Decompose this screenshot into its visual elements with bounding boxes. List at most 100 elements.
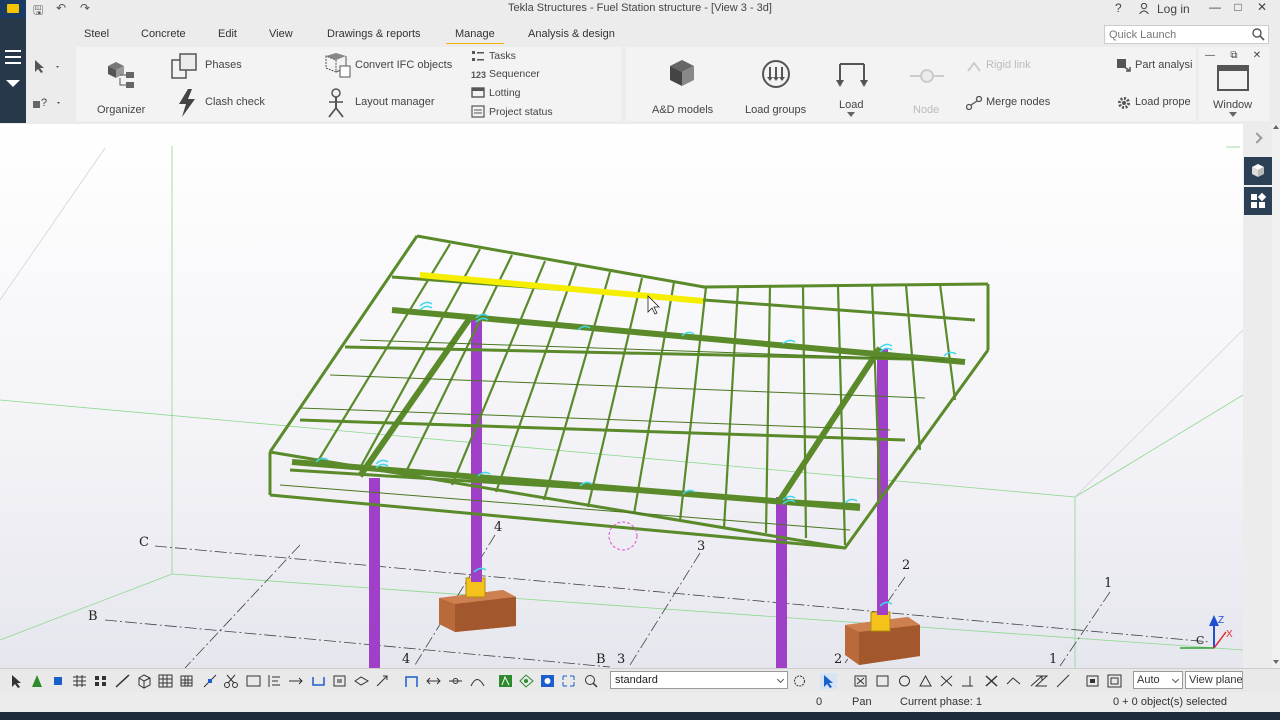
- phases-icon[interactable]: [170, 52, 200, 80]
- load-groups-icon[interactable]: [760, 58, 792, 90]
- ribbon-close-button[interactable]: ✕: [1251, 50, 1263, 66]
- snap-end-icon[interactable]: [287, 673, 304, 689]
- footing-left[interactable]: [439, 577, 516, 632]
- help-button[interactable]: ?: [1115, 1, 1122, 15]
- lotting-label[interactable]: Lotting: [489, 87, 521, 99]
- work-plane-icon[interactable]: [353, 673, 370, 689]
- select-all-icon[interactable]: [8, 673, 25, 689]
- project-status-label[interactable]: Project status: [489, 106, 553, 118]
- clash-check-icon[interactable]: [176, 88, 198, 118]
- phases-label[interactable]: Phases: [205, 59, 242, 71]
- select-parts-icon[interactable]: [29, 673, 46, 689]
- sequencer-label[interactable]: Sequencer: [489, 68, 540, 80]
- snap-circle-icon[interactable]: [896, 673, 913, 689]
- snap-tool-icon[interactable]: [374, 673, 391, 689]
- tasks-label[interactable]: Tasks: [489, 50, 516, 62]
- snap-cross-icon[interactable]: [938, 673, 955, 689]
- window-label[interactable]: Window: [1213, 99, 1252, 111]
- merge-nodes-icon[interactable]: [966, 96, 982, 110]
- snap-tangent-icon[interactable]: [1055, 673, 1072, 689]
- snap-reference-icon[interactable]: [497, 673, 514, 689]
- layout-manager-label[interactable]: Layout manager: [355, 96, 435, 108]
- snap-square-icon[interactable]: [874, 673, 891, 689]
- convert-ifc-label[interactable]: Convert IFC objects: [355, 59, 452, 71]
- merge-nodes-label[interactable]: Merge nodes: [986, 96, 1050, 108]
- snap-midpoint-icon[interactable]: [447, 673, 464, 689]
- tab-manage[interactable]: Manage: [446, 28, 504, 45]
- snap-box-icon[interactable]: [1106, 673, 1123, 689]
- tab-concrete[interactable]: Concrete: [141, 28, 186, 40]
- file-menu-strip[interactable]: [0, 18, 26, 123]
- snap-box-x-icon[interactable]: [852, 673, 869, 689]
- select-pointer-icon[interactable]: [32, 58, 62, 74]
- load-label[interactable]: Load: [839, 99, 863, 111]
- cut-icon[interactable]: [223, 673, 240, 689]
- snap-perpendicular-icon[interactable]: [403, 673, 420, 689]
- object-properties-button[interactable]: [1244, 157, 1272, 185]
- rectangle-select-icon[interactable]: [245, 673, 262, 689]
- select-switch-icon[interactable]: [820, 673, 837, 689]
- search-icon[interactable]: [1252, 28, 1265, 41]
- snap-gravity-icon[interactable]: [310, 673, 327, 689]
- vertical-scrollbar[interactable]: [1272, 124, 1280, 668]
- selection-filter-dropdown[interactable]: standard: [610, 671, 788, 689]
- load-icon[interactable]: [836, 60, 868, 92]
- select-grid-lines-icon[interactable]: [92, 673, 109, 689]
- status-current-phase[interactable]: Current phase: 1: [900, 696, 982, 708]
- login-link[interactable]: Log in: [1157, 2, 1190, 16]
- tab-edit[interactable]: Edit: [218, 28, 237, 40]
- organizer-icon[interactable]: [104, 58, 138, 92]
- tab-analysis-design[interactable]: Analysis & design: [528, 28, 615, 40]
- lotting-icon[interactable]: [471, 86, 485, 99]
- tasks-icon[interactable]: [471, 50, 485, 63]
- ad-models-label[interactable]: A&D models: [652, 104, 713, 116]
- zoom-icon[interactable]: [583, 673, 600, 689]
- ribbon-minimize-button[interactable]: —: [1204, 50, 1216, 66]
- snap-any-icon[interactable]: [983, 673, 1000, 689]
- snap-geometry-icon[interactable]: [518, 673, 535, 689]
- tab-drawings-reports[interactable]: Drawings & reports: [327, 28, 421, 40]
- applications-button[interactable]: [1244, 187, 1272, 215]
- chevron-down-icon[interactable]: [1229, 112, 1237, 117]
- select-grid-icon[interactable]: [71, 673, 88, 689]
- ad-models-icon[interactable]: [666, 58, 698, 92]
- snap-nearest-icon[interactable]: [560, 673, 577, 689]
- select-objects-icon[interactable]: [178, 673, 195, 689]
- snap-arc-icon[interactable]: [469, 673, 486, 689]
- hamburger-menu-icon[interactable]: [5, 50, 21, 64]
- snap-object-icon[interactable]: [331, 673, 348, 689]
- convert-ifc-icon[interactable]: [320, 52, 352, 80]
- filter-settings-icon[interactable]: [791, 673, 808, 689]
- clash-check-label[interactable]: Clash check: [205, 96, 265, 108]
- project-status-icon[interactable]: [471, 105, 485, 118]
- tab-view[interactable]: View: [269, 28, 293, 40]
- organizer-label[interactable]: Organizer: [97, 104, 145, 116]
- expand-pane-icon[interactable]: [1251, 132, 1263, 144]
- window-icon[interactable]: [1216, 64, 1250, 92]
- select-welds-icon[interactable]: [114, 673, 131, 689]
- close-button[interactable]: ✕: [1252, 0, 1272, 16]
- select-points-icon[interactable]: [50, 673, 67, 689]
- load-groups-label[interactable]: Load groups: [745, 104, 806, 116]
- chevron-down-icon[interactable]: [847, 112, 855, 117]
- snap-line-icon[interactable]: [425, 673, 442, 689]
- quick-launch[interactable]: [1104, 25, 1269, 44]
- footing-right[interactable]: [845, 611, 920, 665]
- snap-ref-lines-icon[interactable]: [202, 673, 219, 689]
- load-properties-label[interactable]: Load prope: [1135, 96, 1191, 108]
- snap-triangle-icon[interactable]: [917, 673, 934, 689]
- view-plane-dropdown[interactable]: View plane: [1185, 671, 1243, 689]
- maximize-button[interactable]: □: [1228, 0, 1248, 16]
- snap-z-icon[interactable]: [1033, 673, 1050, 689]
- align-icon[interactable]: [266, 673, 283, 689]
- sequencer-icon[interactable]: 123: [471, 68, 487, 81]
- snap-override-icon[interactable]: [1084, 673, 1101, 689]
- select-components-icon[interactable]: [136, 673, 153, 689]
- part-analysis-icon[interactable]: [1116, 58, 1132, 72]
- model-viewport-3d[interactable]: C B 4 4 B 3 3 2 2 1 1 Z X C: [0, 124, 1243, 668]
- tab-steel[interactable]: Steel: [84, 28, 109, 40]
- snap-center-icon[interactable]: [539, 673, 556, 689]
- minimize-button[interactable]: —: [1205, 0, 1225, 16]
- chevron-down-icon[interactable]: [6, 80, 20, 87]
- layout-manager-icon[interactable]: [326, 88, 346, 118]
